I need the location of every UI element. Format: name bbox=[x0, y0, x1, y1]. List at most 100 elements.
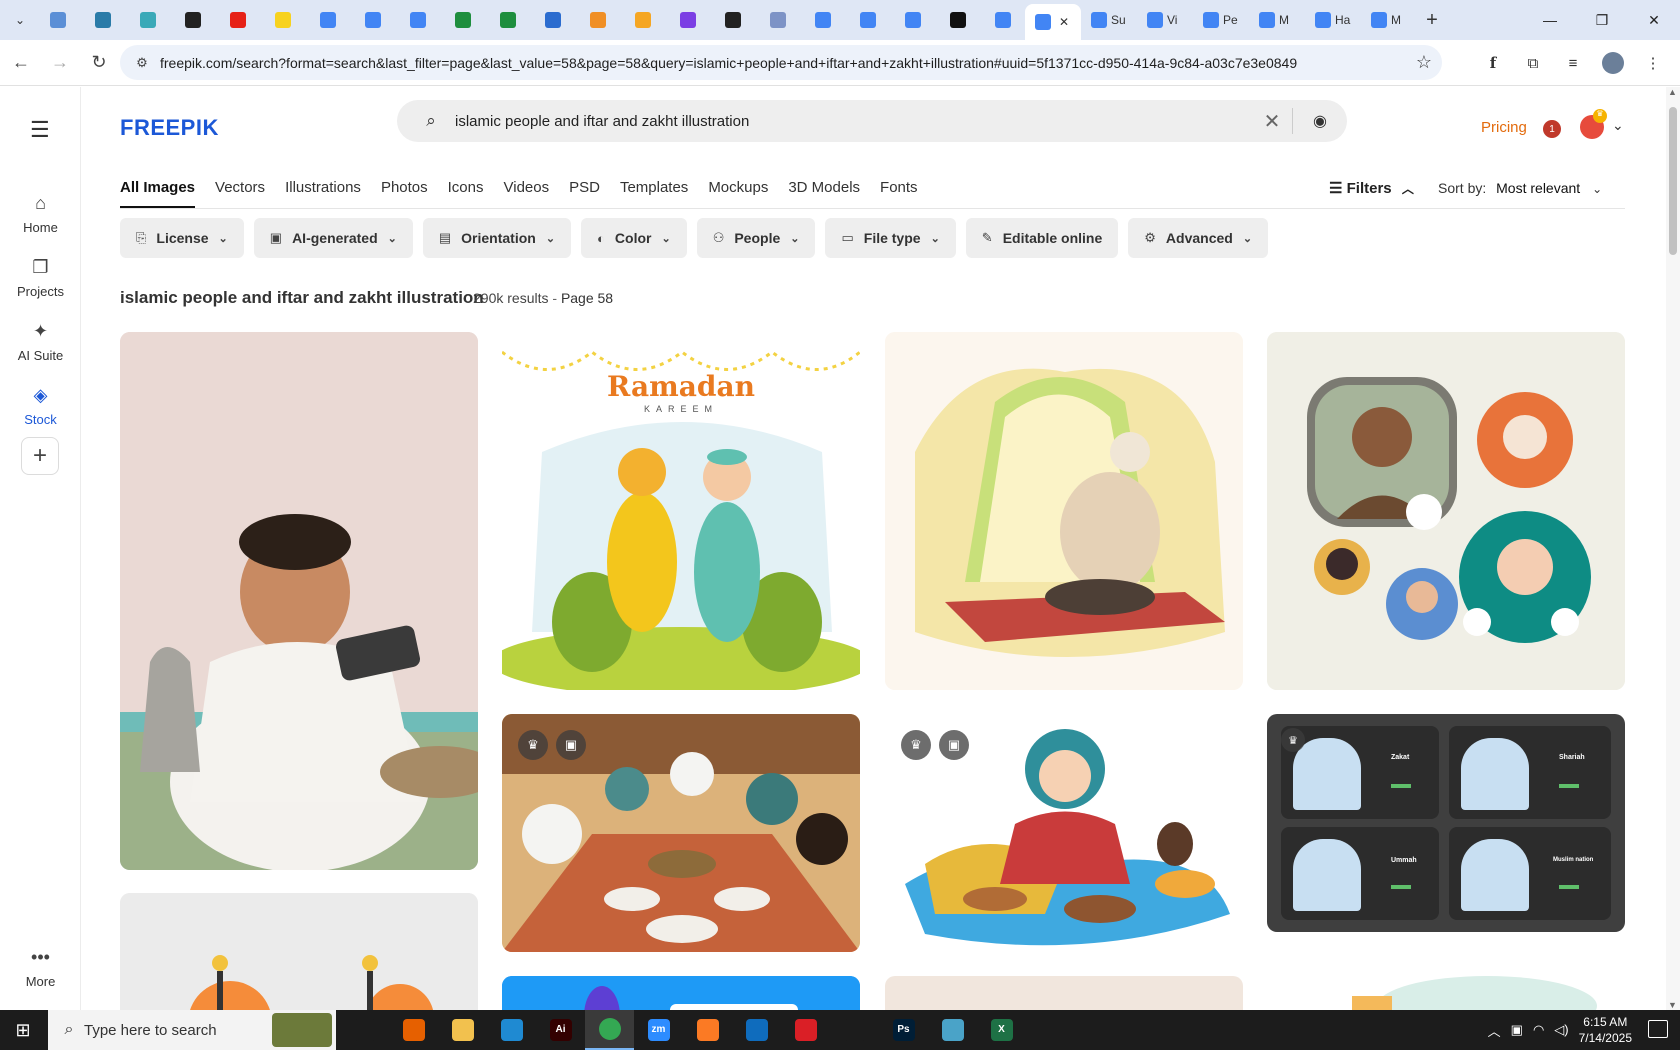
browser-tab[interactable]: Pe bbox=[1193, 4, 1249, 36]
pricing-link[interactable]: Pricing bbox=[1481, 119, 1527, 136]
hamburger-menu-icon[interactable]: ☰ bbox=[30, 117, 50, 143]
result-card-iftar-table[interactable]: ♛ ▣ bbox=[502, 714, 860, 952]
browser-tab[interactable] bbox=[440, 4, 485, 36]
result-card-bottom-beige[interactable] bbox=[885, 976, 1243, 1010]
browser-tab[interactable] bbox=[485, 4, 530, 36]
browser-tab[interactable]: M bbox=[1361, 4, 1417, 36]
filter-chip-color[interactable]: ◐ Color ⌄ bbox=[581, 218, 687, 258]
tab-category-psd[interactable]: PSD bbox=[569, 179, 600, 208]
browser-tab[interactable] bbox=[935, 4, 980, 36]
media-controls-icon[interactable]: ≡ bbox=[1556, 46, 1590, 80]
scroll-up-icon[interactable]: ▲ bbox=[1668, 87, 1677, 97]
url-text[interactable]: freepik.com/search?format=search&last_fi… bbox=[160, 55, 1406, 71]
bookmark-star-icon[interactable]: ☆ bbox=[1406, 52, 1442, 73]
restore-icon[interactable]: ❐ bbox=[1576, 0, 1628, 40]
browser-tab[interactable] bbox=[845, 4, 890, 36]
taskbar-app[interactable] bbox=[928, 1010, 977, 1050]
result-card-woman-food[interactable]: ♛ ▣ bbox=[885, 714, 1243, 952]
browser-tab[interactable] bbox=[215, 4, 260, 36]
browser-tab[interactable] bbox=[350, 4, 395, 36]
result-card-man-praying[interactable] bbox=[885, 332, 1243, 690]
minimize-icon[interactable]: — bbox=[1524, 0, 1576, 40]
browser-tab[interactable] bbox=[35, 4, 80, 36]
taskbar-app[interactable]: Ps bbox=[879, 1010, 928, 1050]
tab-category-videos[interactable]: Videos bbox=[504, 179, 550, 208]
font-extension-icon[interactable]: f bbox=[1476, 46, 1510, 80]
new-tab-button[interactable]: + bbox=[1417, 9, 1447, 32]
taskbar-app[interactable]: zm bbox=[634, 1010, 683, 1050]
notification-badge[interactable]: 1 bbox=[1543, 120, 1561, 138]
taskbar-app[interactable] bbox=[438, 1010, 487, 1050]
tray-overflow-icon[interactable]: ︿ bbox=[1488, 1021, 1501, 1040]
browser-tab[interactable]: Ha bbox=[1305, 4, 1361, 36]
browser-tab[interactable]: Vi bbox=[1137, 4, 1193, 36]
clear-search-icon[interactable]: ✕ bbox=[1252, 109, 1292, 134]
extensions-icon[interactable]: ⧉ bbox=[1516, 46, 1550, 80]
network-status-icon[interactable]: ▣ bbox=[1511, 1022, 1523, 1038]
taskbar-search[interactable]: ⌕ Type here to search bbox=[48, 1010, 336, 1050]
taskbar-app[interactable] bbox=[585, 1010, 634, 1050]
page-scrollbar[interactable]: ▲ ▼ bbox=[1666, 87, 1680, 1010]
scrollbar-thumb[interactable] bbox=[1669, 107, 1677, 255]
freepik-logo[interactable]: FREEPIK bbox=[120, 115, 219, 141]
filter-chip-license[interactable]: ⎘ License ⌄ bbox=[120, 218, 244, 258]
site-info-icon[interactable]: ⚙ bbox=[124, 55, 160, 71]
camera-search-icon[interactable]: ◉ bbox=[1293, 111, 1347, 131]
browser-tab[interactable] bbox=[170, 4, 215, 36]
tab-category-photos[interactable]: Photos bbox=[381, 179, 428, 208]
taskbar-app[interactable] bbox=[389, 1010, 438, 1050]
forward-icon[interactable]: → bbox=[42, 45, 78, 81]
browser-tab[interactable]: M bbox=[1249, 4, 1305, 36]
tab-category-icons[interactable]: Icons bbox=[448, 179, 484, 208]
browser-tab[interactable]: Su bbox=[1081, 4, 1137, 36]
sidebar-item-home[interactable]: ⌂ Home bbox=[0, 193, 81, 235]
sort-dropdown[interactable]: Sort by: Most relevant ⌄ bbox=[1438, 180, 1602, 196]
browser-menu-icon[interactable]: ⋮ bbox=[1636, 46, 1670, 80]
sidebar-item-ai-suite[interactable]: ✦ AI Suite bbox=[0, 321, 81, 363]
tab-category-illustrations[interactable]: Illustrations bbox=[285, 179, 361, 208]
tab-search-dropdown[interactable]: ⌄ bbox=[5, 6, 35, 34]
taskbar-app[interactable] bbox=[830, 1010, 879, 1050]
filter-chip-orientation[interactable]: ▤ Orientation ⌄ bbox=[422, 218, 572, 258]
search-bar[interactable]: ⌕ islamic people and iftar and zakht ill… bbox=[397, 100, 1347, 142]
taskbar-app[interactable] bbox=[781, 1010, 830, 1050]
tab-category-fonts[interactable]: Fonts bbox=[880, 179, 918, 208]
filter-chip-ai-generated[interactable]: ▣ AI-generated ⌄ bbox=[253, 218, 413, 258]
chevron-down-icon[interactable]: ⌄ bbox=[1612, 117, 1624, 134]
tab-category-3d-models[interactable]: 3D Models bbox=[788, 179, 860, 208]
close-window-icon[interactable]: ✕ bbox=[1628, 0, 1680, 40]
browser-tab[interactable] bbox=[260, 4, 305, 36]
search-input[interactable]: islamic people and iftar and zakht illus… bbox=[451, 113, 1252, 130]
close-tab-icon[interactable]: ✕ bbox=[1059, 15, 1069, 29]
browser-tab[interactable] bbox=[395, 4, 440, 36]
result-card-people-podcast[interactable] bbox=[1267, 332, 1625, 690]
browser-tab[interactable] bbox=[710, 4, 755, 36]
windows-start-icon[interactable]: ⊞ bbox=[0, 1010, 46, 1050]
tab-category-templates[interactable]: Templates bbox=[620, 179, 688, 208]
browser-tab[interactable] bbox=[620, 4, 665, 36]
browser-tab[interactable] bbox=[305, 4, 350, 36]
browser-tab[interactable] bbox=[530, 4, 575, 36]
result-card-lanterns[interactable] bbox=[120, 893, 478, 1010]
sidebar-item-stock[interactable]: ◈ Stock bbox=[0, 385, 81, 427]
browser-tab[interactable] bbox=[665, 4, 710, 36]
filter-chip-people[interactable]: ⚇ People ⌄ bbox=[696, 218, 816, 258]
scroll-down-icon[interactable]: ▼ bbox=[1668, 1000, 1677, 1010]
browser-tab[interactable] bbox=[980, 4, 1025, 36]
filters-toggle[interactable]: ☰ Filters ︿ bbox=[1329, 179, 1414, 197]
result-card-blue[interactable] bbox=[502, 976, 860, 1010]
volume-icon[interactable]: ◁) bbox=[1554, 1022, 1568, 1038]
taskbar-app[interactable] bbox=[732, 1010, 781, 1050]
browser-tab[interactable] bbox=[125, 4, 170, 36]
result-card-bottom-right[interactable] bbox=[1267, 956, 1625, 1010]
sidebar-item-more[interactable]: ••• More bbox=[0, 947, 81, 989]
add-button[interactable]: + bbox=[21, 437, 59, 475]
browser-tab[interactable] bbox=[800, 4, 845, 36]
clock[interactable]: 6:15 AM 7/14/2025 bbox=[1579, 1014, 1632, 1046]
wifi-icon[interactable]: ◠ bbox=[1533, 1022, 1544, 1038]
filter-chip-editable-online[interactable]: ✎ Editable online bbox=[965, 218, 1119, 258]
taskbar-app[interactable]: X bbox=[977, 1010, 1026, 1050]
taskbar-app[interactable] bbox=[340, 1010, 389, 1050]
reload-icon[interactable]: ↻ bbox=[81, 45, 117, 81]
result-card-photo-man-selfie[interactable] bbox=[120, 332, 478, 870]
